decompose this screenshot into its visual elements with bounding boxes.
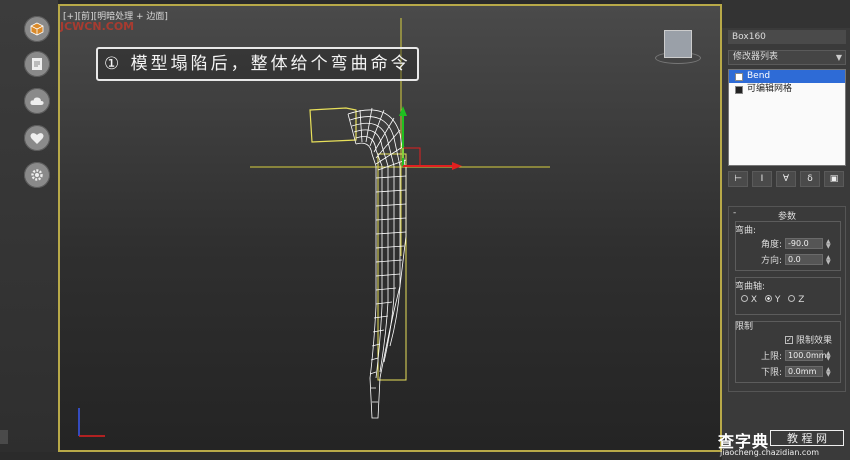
- document-icon[interactable]: [24, 51, 50, 77]
- axis-y-radio[interactable]: Y: [765, 295, 780, 305]
- lower-limit-label: 下限:: [761, 368, 783, 378]
- command-panel: Box160 修改器列表 ▼ Bend 可编辑网格 ⊢ I ∀ δ ▣ - 参数…: [722, 0, 850, 460]
- box-icon[interactable]: [24, 16, 50, 42]
- angle-row: 角度: -90.0 ▲ ▼: [761, 237, 831, 250]
- stack-item-editable-mesh[interactable]: 可编辑网格: [729, 83, 845, 96]
- modifier-list-label: 修改器列表: [733, 52, 779, 62]
- bend-group-label: 弯曲:: [735, 226, 757, 236]
- pin-stack-icon[interactable]: ⊢: [728, 171, 748, 187]
- limit-effect-checkbox[interactable]: ✓: [785, 335, 793, 344]
- object-name-field[interactable]: Box160: [728, 30, 846, 44]
- front-viewport[interactable]: [+][前][明暗处理 + 边面] JCWCN.COM ① 模型塌陷后，整体给个…: [58, 4, 722, 452]
- spinner-arrows-icon[interactable]: ▲ ▼: [826, 350, 831, 361]
- heart-icon[interactable]: [24, 125, 50, 151]
- toolbar-edge-handle: [0, 430, 8, 444]
- direction-row: 方向: 0.0 ▲ ▼: [761, 253, 831, 266]
- show-end-result-icon[interactable]: I: [752, 171, 772, 187]
- spinner-arrows-icon[interactable]: ▲ ▼: [826, 238, 831, 249]
- axis-tripod-icon: [78, 408, 105, 437]
- gizmo-y-arrowhead: [399, 106, 407, 116]
- upper-limit-spinner[interactable]: 100.0mm: [785, 350, 827, 361]
- stack-item-label: Bend: [747, 71, 771, 81]
- upper-limit-label: 上限:: [761, 352, 783, 362]
- left-toolbar: [0, 0, 58, 460]
- remove-modifier-icon[interactable]: δ: [800, 171, 820, 187]
- spinner-arrows-icon[interactable]: ▲ ▼: [826, 254, 831, 265]
- bend-axis-label: 弯曲轴:: [735, 282, 766, 292]
- modifier-stack[interactable]: Bend 可编辑网格: [728, 69, 846, 166]
- parameters-rollout: - 参数 弯曲: 角度: -90.0 ▲ ▼ 方向: 0.0 ▲ ▼ 弯曲轴: X …: [728, 206, 846, 392]
- chevron-down-icon: ▼: [835, 53, 842, 62]
- axis-radio-row: X Y Z: [741, 295, 804, 305]
- logo-url-text: jiaocheng.chazidian.com: [720, 448, 820, 457]
- limit-effect-row[interactable]: ✓ 限制效果: [785, 333, 832, 346]
- modifier-list-dropdown[interactable]: 修改器列表 ▼: [728, 50, 846, 65]
- angle-spinner[interactable]: -90.0: [785, 238, 824, 249]
- tutorial-caption: ① 模型塌陷后，整体给个弯曲命令: [96, 47, 419, 81]
- direction-spinner[interactable]: 0.0: [785, 254, 824, 265]
- expand-icon[interactable]: [735, 85, 743, 94]
- bottom-status-strip: [0, 452, 722, 460]
- hook-wireframe: [347, 107, 407, 171]
- spinner-arrows-icon[interactable]: ▲ ▼: [826, 366, 831, 377]
- lower-limit-row: 下限: 0.0mm ▲ ▼: [761, 365, 831, 378]
- stack-item-bend[interactable]: Bend: [729, 70, 845, 83]
- direction-label: 方向:: [761, 256, 783, 266]
- limit-effect-label: 限制效果: [796, 336, 833, 346]
- viewcube-icon[interactable]: [664, 30, 692, 58]
- make-unique-icon[interactable]: ∀: [776, 171, 796, 187]
- site-logo: 查字典 教 程 网 jiaocheng.chazidian.com: [712, 428, 850, 460]
- gizmo-x-arrowhead: [452, 162, 462, 170]
- gear-icon[interactable]: [24, 162, 50, 188]
- bulb-icon[interactable]: [735, 72, 743, 81]
- bend-gizmo-box: [309, 107, 357, 143]
- axis-x-radio[interactable]: X: [741, 295, 757, 305]
- stack-item-label: 可编辑网格: [747, 84, 793, 94]
- logo-box-text: 教 程 网: [770, 430, 844, 446]
- command-panel-header: [722, 0, 850, 28]
- stack-toolbar: ⊢ I ∀ δ ▣: [728, 170, 846, 188]
- lower-limit-spinner[interactable]: 0.0mm: [785, 366, 824, 377]
- angle-label: 角度:: [761, 240, 783, 250]
- cloud-icon[interactable]: [24, 88, 50, 114]
- limits-label: 限制: [735, 322, 754, 332]
- upper-limit-row: 上限: 100.0mm ▲ ▼: [761, 349, 831, 362]
- configure-sets-icon[interactable]: ▣: [824, 171, 844, 187]
- axis-z-radio[interactable]: Z: [788, 295, 804, 305]
